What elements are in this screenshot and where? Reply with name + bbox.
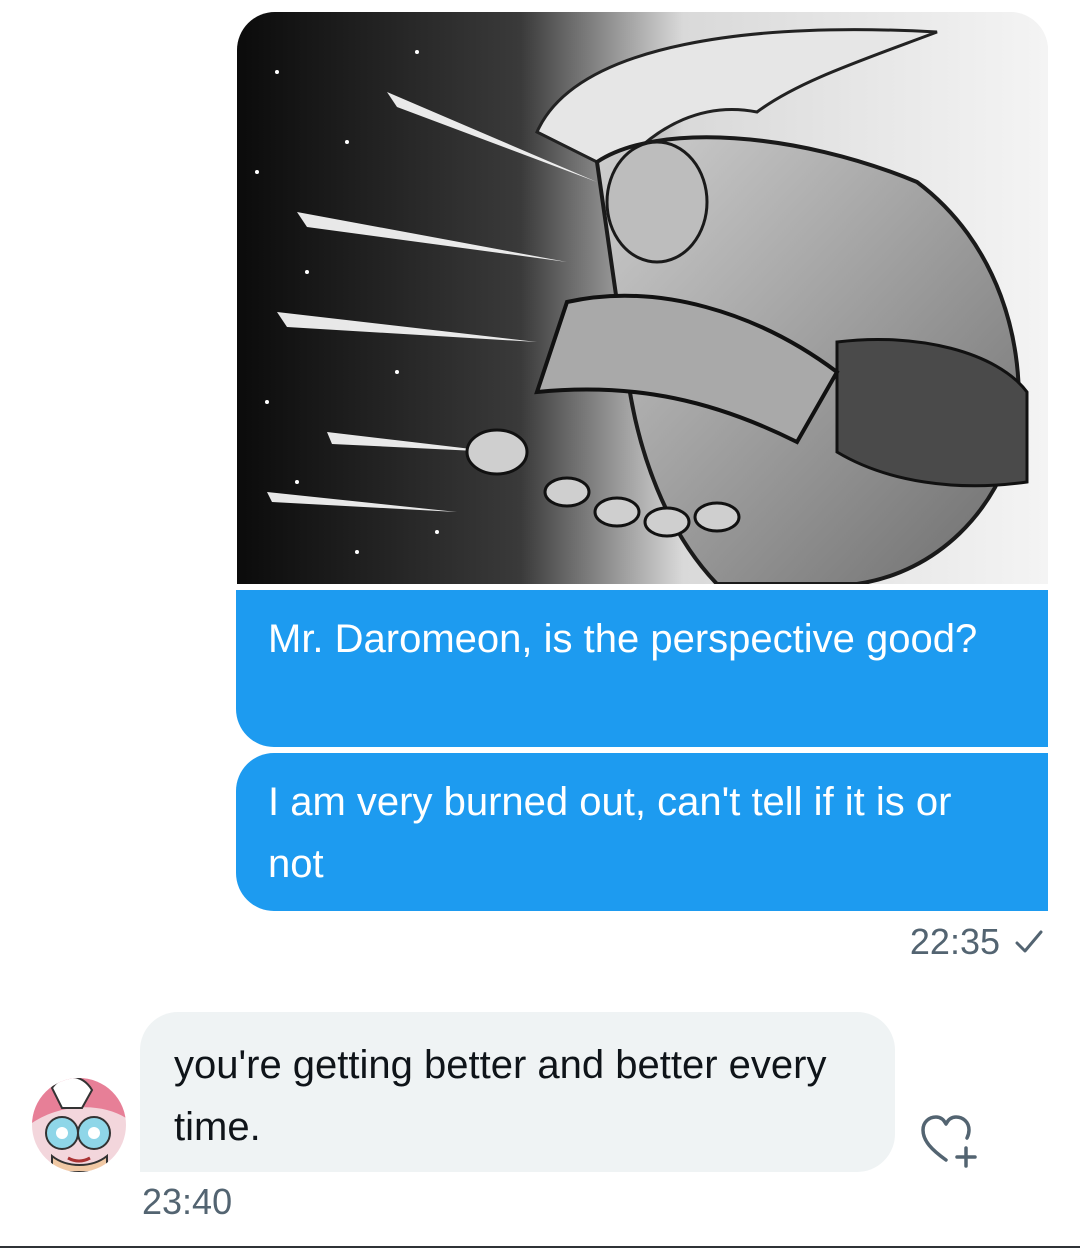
sent-image-attachment[interactable] <box>237 12 1048 584</box>
received-message-bubble[interactable]: you're getting better and better every t… <box>140 1012 895 1172</box>
sent-time: 22:35 <box>909 921 1000 962</box>
heart-plus-icon <box>921 1115 977 1168</box>
avatar[interactable] <box>32 1078 126 1172</box>
sent-message-bubble[interactable]: Mr. Daromeon, is the perspective good? <box>236 590 1048 747</box>
add-reaction-button[interactable] <box>918 1112 982 1168</box>
sent-message-meta: 22:35 <box>910 918 1044 966</box>
manga-illustration-image <box>237 12 1048 584</box>
avatar-image <box>32 1078 126 1172</box>
message-text: I am very burned out, can't tell if it i… <box>268 780 952 886</box>
received-time: 23:40 <box>142 1181 233 1222</box>
message-text: Mr. Daromeon, is the perspective good? <box>268 617 978 661</box>
message-text: you're getting better and better every t… <box>174 1043 827 1149</box>
check-icon <box>1015 930 1043 953</box>
divider <box>0 1246 1080 1248</box>
sent-message-bubble[interactable]: I am very burned out, can't tell if it i… <box>236 753 1048 911</box>
